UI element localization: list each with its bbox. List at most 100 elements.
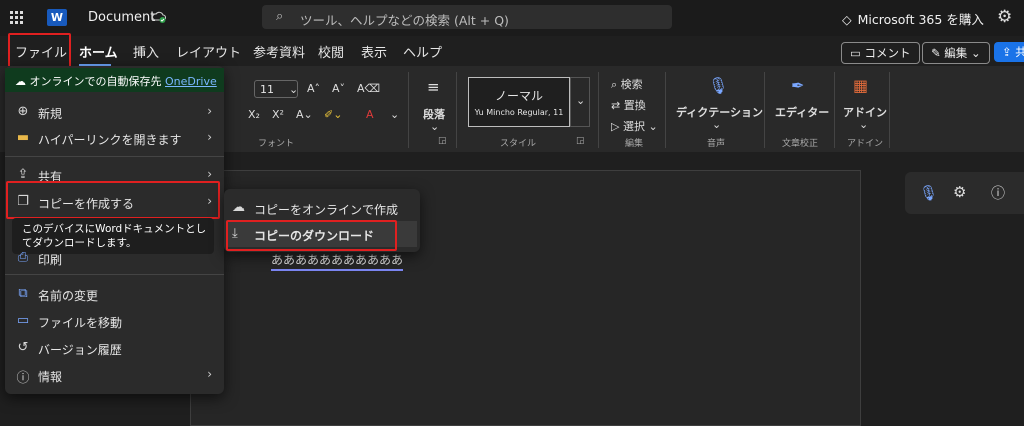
microphone-icon[interactable]: 🎙 <box>708 76 728 95</box>
submenu-item-label: コピーをオンラインで作成 <box>254 203 399 217</box>
addins-group-label: アドイン <box>847 139 884 149</box>
replace-icon: ⇄ <box>611 99 624 112</box>
share-button[interactable]: ⇪ 共 <box>994 42 1024 62</box>
menu-item-open[interactable]: ▬ ハイパーリンクを開きます › <box>5 125 224 151</box>
dialog-launcher-icon[interactable]: ◲ <box>438 136 447 146</box>
clear-format-icon[interactable]: A⌫ <box>357 82 380 95</box>
comment-button[interactable]: ▭ コメント <box>841 42 920 64</box>
addins-grid-icon[interactable]: ▦ <box>853 76 868 95</box>
gear-icon[interactable]: ⚙ <box>953 183 966 201</box>
menu-item-info[interactable]: ⓘ 情報 › <box>5 362 224 388</box>
edit-mode-button[interactable]: ✎ 編集 ⌄ <box>922 42 990 64</box>
tab-help[interactable]: ヘルプ <box>403 42 442 61</box>
chevron-down-icon: ⌄ <box>644 120 658 133</box>
style-group-label: スタイル <box>500 139 537 149</box>
menu-item-new[interactable]: ⊕ 新規 › <box>5 99 224 125</box>
chevron-down-icon: ⌄ <box>712 118 722 131</box>
tab-layout[interactable]: レイアウト <box>176 42 241 61</box>
select-button[interactable]: ▷ 選択 ⌄ <box>611 118 658 134</box>
folder-icon: ▬ <box>16 130 30 145</box>
onedrive-link[interactable]: OneDrive <box>165 75 217 88</box>
divider <box>408 72 409 148</box>
document-title[interactable]: Document <box>88 10 155 25</box>
divider <box>598 72 599 148</box>
diamond-icon: ◇ <box>842 12 852 27</box>
search-placeholder: ツール、ヘルプなどの検索 (Alt + Q) <box>300 13 509 28</box>
m365-label: Microsoft 365 を購入 <box>857 12 984 27</box>
proof-group-label: 文章校正 <box>782 139 819 149</box>
find-label: 検索 <box>620 78 643 91</box>
tab-references[interactable]: 参考資料 <box>253 42 305 61</box>
settings-gear-icon[interactable]: ⚙ <box>997 7 1012 27</box>
word-logo-icon: W <box>47 9 67 26</box>
tab-home[interactable]: ホーム <box>79 42 118 61</box>
highlight-file-tab <box>8 33 71 68</box>
share-label: 共 <box>1015 45 1024 59</box>
font-color-icon[interactable]: A <box>366 108 374 121</box>
menu-item-label: 印刷 <box>38 253 63 267</box>
divider <box>5 274 224 275</box>
font-group-label: フォント <box>258 139 295 149</box>
highlight-create-copy <box>6 181 220 219</box>
app-launcher-icon[interactable] <box>10 11 24 25</box>
style-normal[interactable]: ノーマル Yu Mincho Regular, 11 <box>468 77 570 127</box>
divider <box>889 72 890 148</box>
highlight-download-copy <box>226 220 397 251</box>
cloud-saved-icon <box>152 11 166 23</box>
select-label: 選択 <box>622 120 645 133</box>
submenu-item-copy-online[interactable]: ☁ コピーをオンラインで作成 <box>224 195 420 221</box>
subscript-icon[interactable]: X₂ <box>248 108 260 121</box>
chevron-down-icon[interactable]: ⌄ <box>390 108 399 121</box>
tab-review[interactable]: 校閲 <box>318 42 344 61</box>
style-expand[interactable]: ⌄ <box>570 77 590 127</box>
shrink-font-icon[interactable]: A˅ <box>332 82 345 95</box>
dialog-launcher-icon[interactable]: ◲ <box>576 136 585 146</box>
help-icon[interactable]: ⓘ <box>991 183 1005 203</box>
menu-item-print[interactable]: ⎙ 印刷 <box>5 245 224 271</box>
grow-font-icon[interactable]: A˄ <box>307 82 320 95</box>
autosave-banner: ☁ オンラインでの自動保存先 OneDrive <box>5 68 224 92</box>
floating-toolbar: 🎙 ⚙ ⓘ <box>905 172 1024 214</box>
chevron-down-icon[interactable]: ⌄ <box>289 83 298 96</box>
style-font: Yu Mincho Regular, 11 <box>474 108 564 117</box>
title-bar: W Document ⌕ ツール、ヘルプなどの検索 (Alt + Q) ◇ Mic… <box>0 0 1024 36</box>
menu-item-move-file[interactable]: ▭ ファイルを移動 <box>5 308 224 334</box>
buy-m365-link[interactable]: ◇ Microsoft 365 を購入 <box>842 9 984 28</box>
editor-button[interactable]: エディター <box>775 104 829 120</box>
menu-item-rename[interactable]: ⧉ 名前の変更 <box>5 281 224 307</box>
menu-item-label: 情報 <box>38 370 63 384</box>
share-icon: ⇪ <box>17 167 29 182</box>
tab-insert[interactable]: 挿入 <box>133 42 159 61</box>
menu-item-label: ファイルを移動 <box>38 316 123 330</box>
pencil-icon: ✎ <box>931 46 945 60</box>
menu-item-version-history[interactable]: ↺ バージョン履歴 <box>5 335 224 361</box>
text-effects-icon[interactable]: A⌄ <box>296 108 313 121</box>
highlight-icon[interactable]: ✐⌄ <box>324 108 342 121</box>
chevron-right-icon: › <box>207 367 212 381</box>
chevron-down-icon: ⌄ <box>576 94 586 107</box>
share-icon: ⇪ <box>1002 45 1016 59</box>
comment-label: コメント <box>864 46 911 60</box>
editor-pen-icon[interactable]: ✒ <box>791 76 804 95</box>
document-text[interactable]: あああああああああああ <box>271 251 404 271</box>
search-box[interactable]: ⌕ ツール、ヘルプなどの検索 (Alt + Q) <box>262 5 672 29</box>
rename-icon: ⧉ <box>18 286 28 301</box>
chevron-right-icon: › <box>207 130 212 144</box>
voice-group-label: 音声 <box>707 139 726 149</box>
replace-button[interactable]: ⇄ 置換 <box>611 97 646 113</box>
printer-icon: ⎙ <box>17 250 29 265</box>
tab-view[interactable]: 表示 <box>361 42 387 61</box>
folder-move-icon: ▭ <box>16 313 30 328</box>
chevron-right-icon: › <box>207 104 212 118</box>
microphone-icon[interactable]: 🎙 <box>919 184 938 202</box>
chevron-down-icon: ⌄ <box>859 118 869 131</box>
comment-icon: ▭ <box>850 46 865 60</box>
superscript-icon[interactable]: X² <box>272 108 284 121</box>
style-name: ノーマル <box>494 89 543 103</box>
chevron-down-icon: ⌄ <box>967 46 981 60</box>
find-button[interactable]: ⌕ 検索 <box>611 76 643 92</box>
cloud-add-icon: ☁ <box>232 200 245 215</box>
paragraph-icon[interactable]: ≡ <box>427 78 440 96</box>
menu-item-label: 新規 <box>38 107 63 121</box>
replace-label: 置換 <box>623 99 646 112</box>
